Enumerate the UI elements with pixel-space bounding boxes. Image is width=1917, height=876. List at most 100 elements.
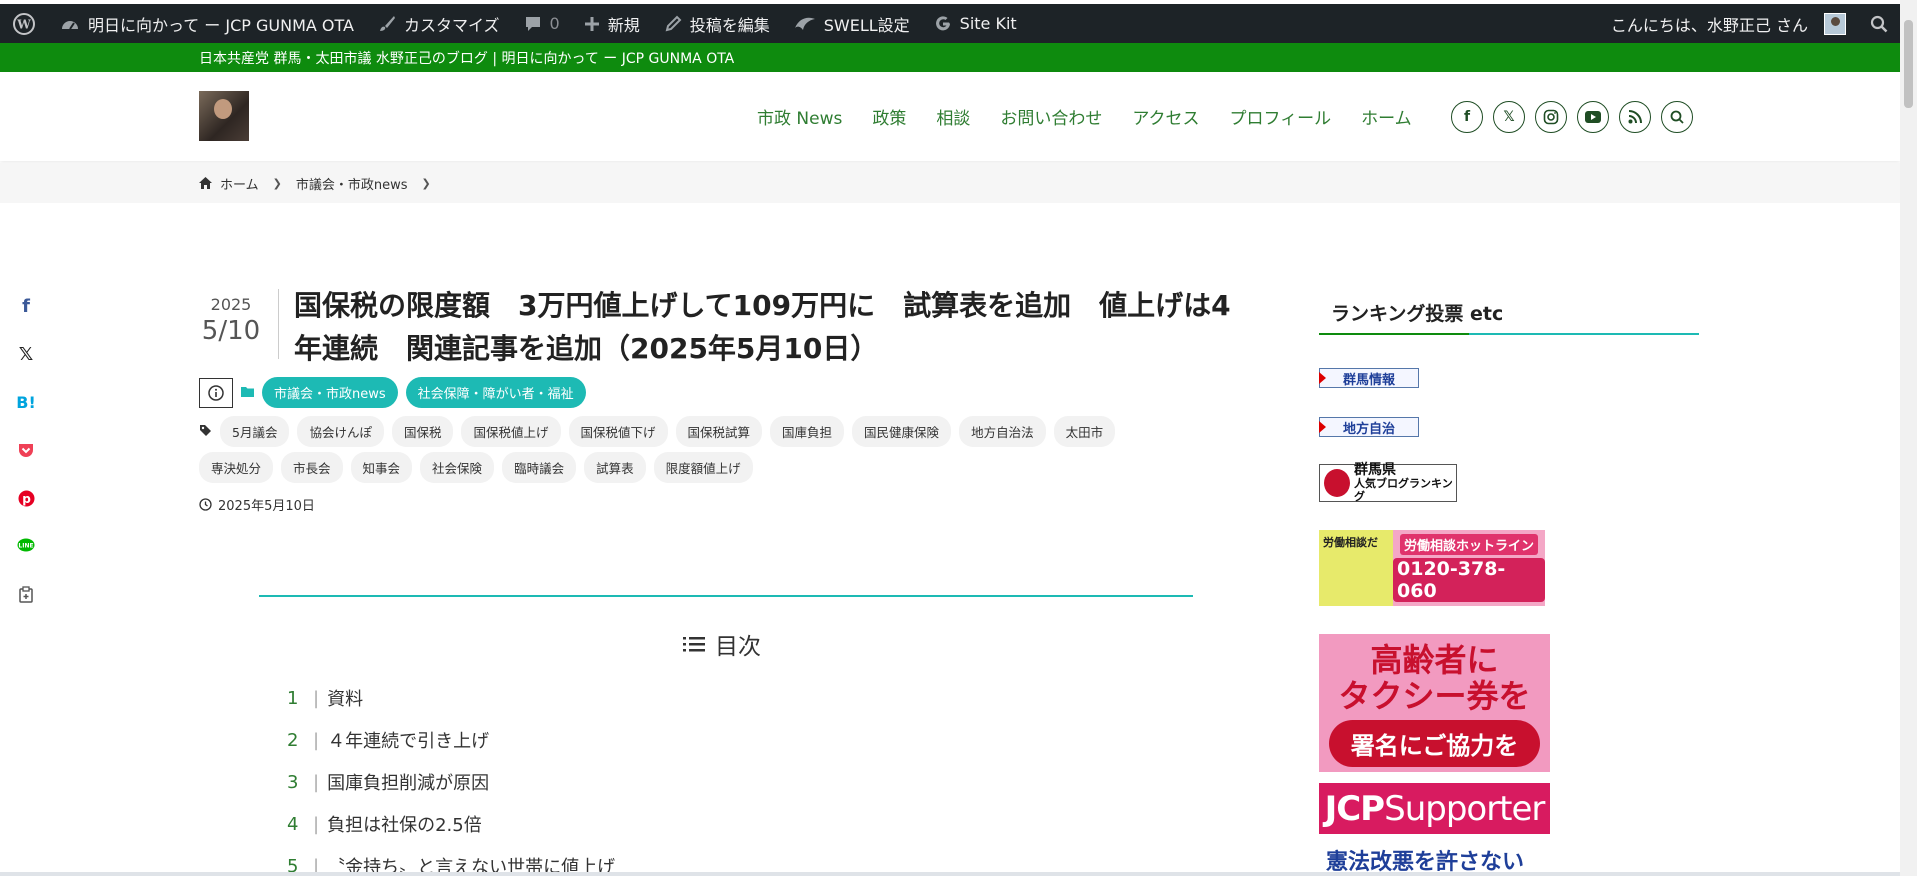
tag-link[interactable]: 試算表 <box>584 452 646 483</box>
toc-item[interactable]: 1 | 資料 <box>287 677 615 719</box>
toc-item[interactable]: 3 | 国庫負担削減が原因 <box>287 761 615 803</box>
toc-title: 目次 <box>683 627 761 661</box>
tag-link[interactable]: 協会けんぽ <box>297 416 384 447</box>
ranking-logo-icon <box>1324 469 1351 497</box>
wordpress-logo-button[interactable]: W <box>0 4 48 43</box>
tag-link[interactable]: 国庫負担 <box>770 416 845 447</box>
chevron-right-icon: ❯ <box>272 176 282 190</box>
toc-item[interactable]: 2 | ４年連続で引き上げ <box>287 719 615 761</box>
nav-item-home[interactable]: ホーム <box>1346 104 1427 129</box>
new-content-button[interactable]: 新規 <box>572 4 652 43</box>
toc-item-number: 2 <box>287 729 299 751</box>
site-tagline-bar: 日本共産党 群馬・太田市議 水野正己のブログ | 明日に向かって ー JCP G… <box>0 43 1900 72</box>
toc-item-number: 1 <box>287 687 299 709</box>
youtube-icon[interactable] <box>1577 101 1609 133</box>
tag-link[interactable]: 国保税値下げ <box>568 416 668 447</box>
toc-item-separator: | <box>313 813 320 835</box>
hatena-bookmark-icon[interactable]: B! <box>14 378 38 426</box>
instagram-icon[interactable] <box>1535 101 1567 133</box>
new-label: 新規 <box>607 15 640 35</box>
site-name-button[interactable]: 明日に向かって ー JCP GUNMA OTA <box>48 4 366 43</box>
tag-link[interactable]: 国民健康保険 <box>852 416 952 447</box>
edit-post-button[interactable]: 投稿を編集 <box>652 4 782 43</box>
tag-link[interactable]: 知事会 <box>350 452 413 483</box>
facebook-icon[interactable]: f <box>14 282 38 330</box>
toc-item-label: 資料 <box>327 689 364 710</box>
post-year: 2025 <box>210 295 252 314</box>
tag-link[interactable]: 国保税試算 <box>675 416 763 447</box>
post-tags-row-2: 専決処分 市長会 知事会 社会保険 臨時議会 試算表 限度額値上げ <box>199 452 1199 483</box>
tag-link[interactable]: 国保税値上げ <box>461 416 561 447</box>
admin-search-button[interactable] <box>1858 4 1900 43</box>
tag-link[interactable]: 専決処分 <box>199 452 274 483</box>
tag-link[interactable]: 市長会 <box>281 452 343 483</box>
nav-item-contact[interactable]: お問い合わせ <box>985 104 1117 129</box>
facebook-icon[interactable]: f <box>1451 101 1483 133</box>
user-account-button[interactable]: こんにちは、水野正己 さん <box>1599 4 1858 43</box>
pocket-icon[interactable] <box>14 426 38 474</box>
banner-taxi-petition[interactable]: 高齢者に タクシー券を 署名にご協力を <box>1319 634 1550 772</box>
rss-icon[interactable] <box>1619 101 1651 133</box>
nav-item-consult[interactable]: 相談 <box>921 104 985 129</box>
category-link[interactable]: 市議会・市政news <box>262 377 398 408</box>
tag-link[interactable]: 太田市 <box>1053 416 1116 447</box>
site-logo[interactable] <box>199 91 249 141</box>
page-scrollbar[interactable] <box>1900 0 1917 876</box>
customize-label: カスタマイズ <box>403 15 500 35</box>
nav-item-news[interactable]: 市政 News <box>742 104 857 129</box>
home-icon <box>199 177 212 189</box>
nav-item-access[interactable]: アクセス <box>1117 104 1214 129</box>
customize-button[interactable]: カスタマイズ <box>366 4 512 43</box>
copy-icon[interactable] <box>14 570 38 618</box>
site-name-label: 明日に向かって ー JCP GUNMA OTA <box>88 15 354 35</box>
banner-jcp-supporter[interactable]: JCP Supporter <box>1319 783 1550 834</box>
toc-item[interactable]: 4 | 負担は社保の2.5倍 <box>287 803 615 845</box>
banner-gunma-ranking-text: 群馬県 人気ブログランキング <box>1354 463 1456 503</box>
google-icon <box>935 15 950 30</box>
share-buttons: f 𝕏 B! p LINE <box>14 282 38 618</box>
swell-settings-label: SWELL設定 <box>823 15 910 35</box>
tag-link[interactable]: 臨時議会 <box>502 452 577 483</box>
scrollbar-thumb[interactable] <box>1904 20 1913 108</box>
toc-item-separator: | <box>313 687 320 709</box>
line-icon[interactable]: LINE <box>14 522 38 570</box>
banner-gunma-ranking[interactable]: 群馬県 人気ブログランキング <box>1319 463 1457 503</box>
category-link[interactable]: 社会保障・障がい者・福祉 <box>405 377 586 408</box>
x-icon[interactable]: 𝕏 <box>14 330 38 378</box>
wordpress-icon: W <box>13 12 35 35</box>
info-icon[interactable] <box>199 377 233 408</box>
nav-item-policy[interactable]: 政策 <box>857 104 921 129</box>
tag-link[interactable]: 地方自治法 <box>959 416 1046 447</box>
comments-button[interactable]: 0 <box>512 4 572 43</box>
admin-bar: W 明日に向かって ー JCP GUNMA OTA カスタマイズ 0 新規 投稿… <box>0 4 1900 43</box>
banner-jcp-a: JCP <box>1324 788 1386 829</box>
pencil-icon <box>665 15 682 31</box>
banner-labor-title: 労働相談ホットライン <box>1399 534 1538 555</box>
breadcrumb-category[interactable]: 市議会・市政news <box>296 174 408 193</box>
banner-local-gov[interactable]: 地方自治 <box>1319 417 1419 437</box>
published-date: 2025年5月10日 <box>199 495 315 514</box>
tag-link[interactable]: 国保税 <box>391 416 454 447</box>
banner-labor-hotline[interactable]: 労働相談だ 労働相談ホットライン 0120-378-060 <box>1319 530 1545 606</box>
tag-icon <box>199 422 212 441</box>
x-icon[interactable]: 𝕏 <box>1493 101 1525 133</box>
tag-link[interactable]: 限度額値上げ <box>653 452 753 483</box>
tag-link[interactable]: 5月議会 <box>220 416 290 447</box>
pinterest-icon[interactable]: p <box>14 474 38 522</box>
toc-item-label: ４年連続で引き上げ <box>327 731 490 752</box>
toc-item-separator: | <box>313 771 320 793</box>
comment-icon <box>525 16 540 31</box>
header-search-icon[interactable] <box>1661 101 1693 133</box>
breadcrumb-home[interactable]: ホーム <box>220 174 259 193</box>
toc-top-border <box>259 595 1193 597</box>
nav-item-profile[interactable]: プロフィール <box>1215 104 1347 129</box>
toc-item-label: 負担は社保の2.5倍 <box>327 815 482 836</box>
banner-gunma-info[interactable]: 群馬情報 <box>1319 368 1419 388</box>
banner-labor-phone: 0120-378-060 <box>1393 558 1545 602</box>
avatar <box>1824 12 1846 35</box>
svg-text:LINE: LINE <box>18 543 33 550</box>
site-kit-button[interactable]: Site Kit <box>922 4 1029 43</box>
tag-link[interactable]: 社会保険 <box>420 452 495 483</box>
search-icon <box>1870 15 1888 32</box>
swell-settings-button[interactable]: SWELL設定 <box>782 4 922 43</box>
